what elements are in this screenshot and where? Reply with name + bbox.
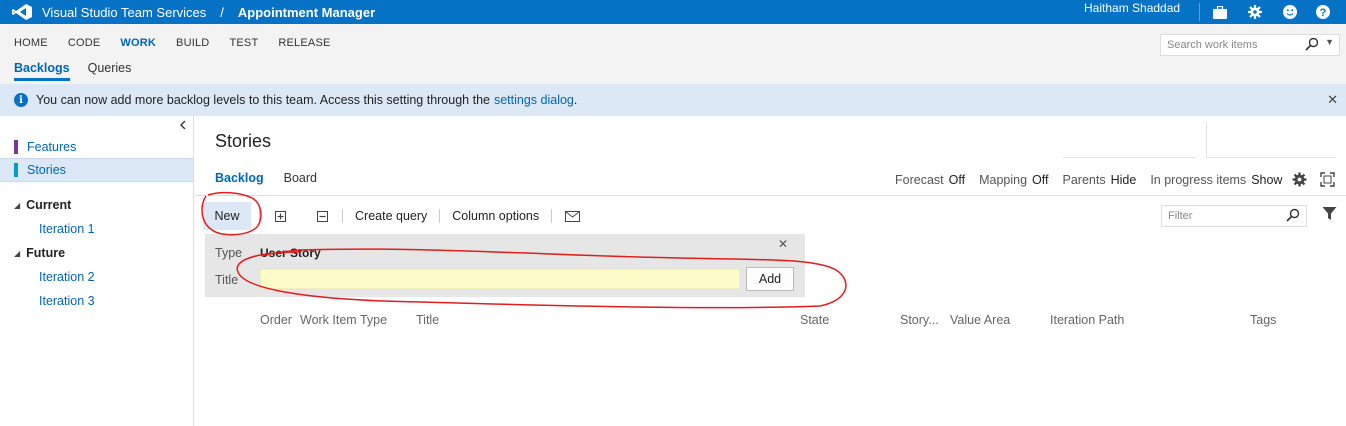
option-forecast-toggle[interactable]: Off: [949, 173, 965, 187]
settings-dialog-link[interactable]: settings dialog: [494, 93, 574, 107]
sidebar-item-features[interactable]: Features: [0, 135, 193, 159]
column-header-work-item-type[interactable]: Work Item Type: [300, 313, 387, 327]
smiley-icon[interactable]: [1279, 1, 1301, 23]
option-parents-toggle[interactable]: Hide: [1111, 173, 1137, 187]
search-icon[interactable]: [1286, 208, 1300, 225]
type-label: Type: [215, 246, 243, 260]
group-label: Current: [26, 198, 72, 212]
topbar-divider: [1199, 3, 1200, 21]
column-header-tags[interactable]: Tags: [1250, 313, 1276, 327]
info-banner: i You can now add more backlog levels to…: [0, 84, 1346, 116]
hub-build[interactable]: BUILD: [176, 37, 209, 49]
toolbar-separator: [342, 209, 343, 223]
hub-home[interactable]: HOME: [14, 37, 48, 49]
features-color-bar: [14, 140, 18, 154]
filter-funnel-icon[interactable]: [1322, 206, 1337, 224]
title-label: Title: [215, 273, 239, 287]
title-input[interactable]: [260, 269, 740, 289]
banner-close-icon[interactable]: ✕: [1327, 92, 1338, 108]
sidebar-item-iteration-3[interactable]: Iteration 3: [39, 294, 95, 308]
column-header-state[interactable]: State: [800, 313, 829, 327]
settings-gear-icon[interactable]: [1292, 172, 1307, 190]
sidebar-item-label: Features: [27, 140, 77, 154]
new-button[interactable]: New: [203, 202, 251, 230]
search-placeholder: Search work items: [1167, 39, 1258, 51]
column-header-order[interactable]: Order: [260, 313, 292, 327]
stories-color-bar: [14, 163, 18, 177]
filter-input[interactable]: Filter: [1161, 205, 1307, 227]
hub-work[interactable]: WORK: [120, 37, 156, 49]
sidebar-item-iteration-2[interactable]: Iteration 2: [39, 270, 95, 284]
banner-period: .: [573, 93, 578, 107]
column-header-story-points[interactable]: Story...: [900, 313, 939, 327]
group-label: Future: [26, 246, 66, 260]
hub-release[interactable]: RELEASE: [278, 37, 330, 49]
option-mapping-toggle[interactable]: Off: [1032, 173, 1048, 187]
project-name[interactable]: Appointment Manager: [238, 5, 375, 20]
toolbar-divider: [195, 195, 1346, 196]
collapse-all-icon[interactable]: [314, 208, 330, 224]
hub-navigation: HOME CODE WORK BUILD TEST RELEASE Backlo…: [0, 24, 1346, 84]
add-button[interactable]: Add: [746, 267, 794, 291]
option-parents-label: Parents: [1062, 173, 1106, 187]
page-title: Stories: [215, 131, 272, 151]
chevron-down-icon[interactable]: ▼: [1325, 37, 1334, 47]
view-options: Forecast Off Mapping Off Parents Hide In…: [895, 173, 1296, 187]
add-item-panel: Type User Story Title Add ✕: [205, 234, 805, 297]
subhub-backlogs[interactable]: Backlogs: [14, 61, 70, 81]
toolbar-separator: [439, 209, 441, 223]
column-header-iteration-path[interactable]: Iteration Path: [1050, 313, 1124, 327]
create-query-button[interactable]: Create query: [355, 209, 427, 223]
work-item-type-value: User Story: [260, 246, 321, 260]
backlog-sidebar: Features Stories ◢ Current Iteration 1 ◢…: [0, 116, 194, 426]
top-bar: Visual Studio Team Services / Appointmen…: [0, 0, 1346, 24]
help-icon[interactable]: ?: [1312, 1, 1334, 23]
search-icon[interactable]: [1305, 37, 1319, 54]
backlog-toolbar: New Create query Column options: [203, 202, 580, 230]
subhub-tabs: Backlogs Queries: [14, 61, 149, 81]
briefcase-icon[interactable]: [1209, 1, 1231, 23]
tab-board[interactable]: Board: [284, 171, 317, 185]
brand-link[interactable]: Visual Studio Team Services: [42, 5, 206, 20]
column-header-title[interactable]: Title: [416, 313, 439, 327]
hub-code[interactable]: CODE: [68, 37, 101, 49]
option-in-progress-label: In progress items: [1150, 173, 1247, 187]
column-header-value-area[interactable]: Value Area: [950, 313, 1010, 327]
gear-icon[interactable]: [1244, 1, 1266, 23]
hub-tabs: HOME CODE WORK BUILD TEST RELEASE: [14, 37, 351, 49]
info-icon: i: [14, 93, 28, 107]
sidebar-item-iteration-1[interactable]: Iteration 1: [39, 222, 95, 236]
collapse-sidebar-icon[interactable]: [178, 118, 188, 133]
breadcrumb-separator: /: [220, 4, 224, 20]
hub-test[interactable]: TEST: [229, 37, 258, 49]
sidebar-group-future[interactable]: ◢ Future: [14, 246, 65, 260]
search-work-items-input[interactable]: Search work items ▼: [1160, 34, 1340, 56]
option-in-progress-toggle[interactable]: Show: [1251, 173, 1282, 187]
vsts-logo-icon[interactable]: [12, 4, 34, 20]
sidebar-item-label: Stories: [27, 163, 66, 177]
filter-placeholder: Filter: [1168, 210, 1193, 222]
svg-text:?: ?: [1320, 7, 1327, 19]
view-tabs: Backlog Board: [215, 171, 337, 185]
toolbar-separator: [259, 209, 260, 223]
email-icon[interactable]: [564, 208, 580, 224]
option-forecast-label: Forecast: [895, 173, 944, 187]
header-panel-placeholder: [1206, 122, 1336, 158]
close-icon[interactable]: ✕: [778, 237, 788, 251]
subhub-queries[interactable]: Queries: [88, 61, 132, 81]
user-name[interactable]: Haitham Shaddad: [1084, 1, 1180, 15]
sidebar-group-current[interactable]: ◢ Current: [14, 198, 71, 212]
expand-triangle-icon[interactable]: ◢: [14, 201, 20, 210]
toolbar-separator: [551, 209, 553, 223]
fullscreen-icon[interactable]: [1320, 172, 1335, 190]
sidebar-item-stories[interactable]: Stories: [0, 158, 193, 182]
column-options-button[interactable]: Column options: [452, 209, 539, 223]
option-mapping-label: Mapping: [979, 173, 1028, 187]
banner-message: You can now add more backlog levels to t…: [36, 93, 490, 107]
expand-all-icon[interactable]: [272, 208, 288, 224]
expand-triangle-icon[interactable]: ◢: [14, 249, 20, 258]
header-panel-placeholder: [1063, 122, 1196, 158]
tab-backlog[interactable]: Backlog: [215, 171, 264, 185]
